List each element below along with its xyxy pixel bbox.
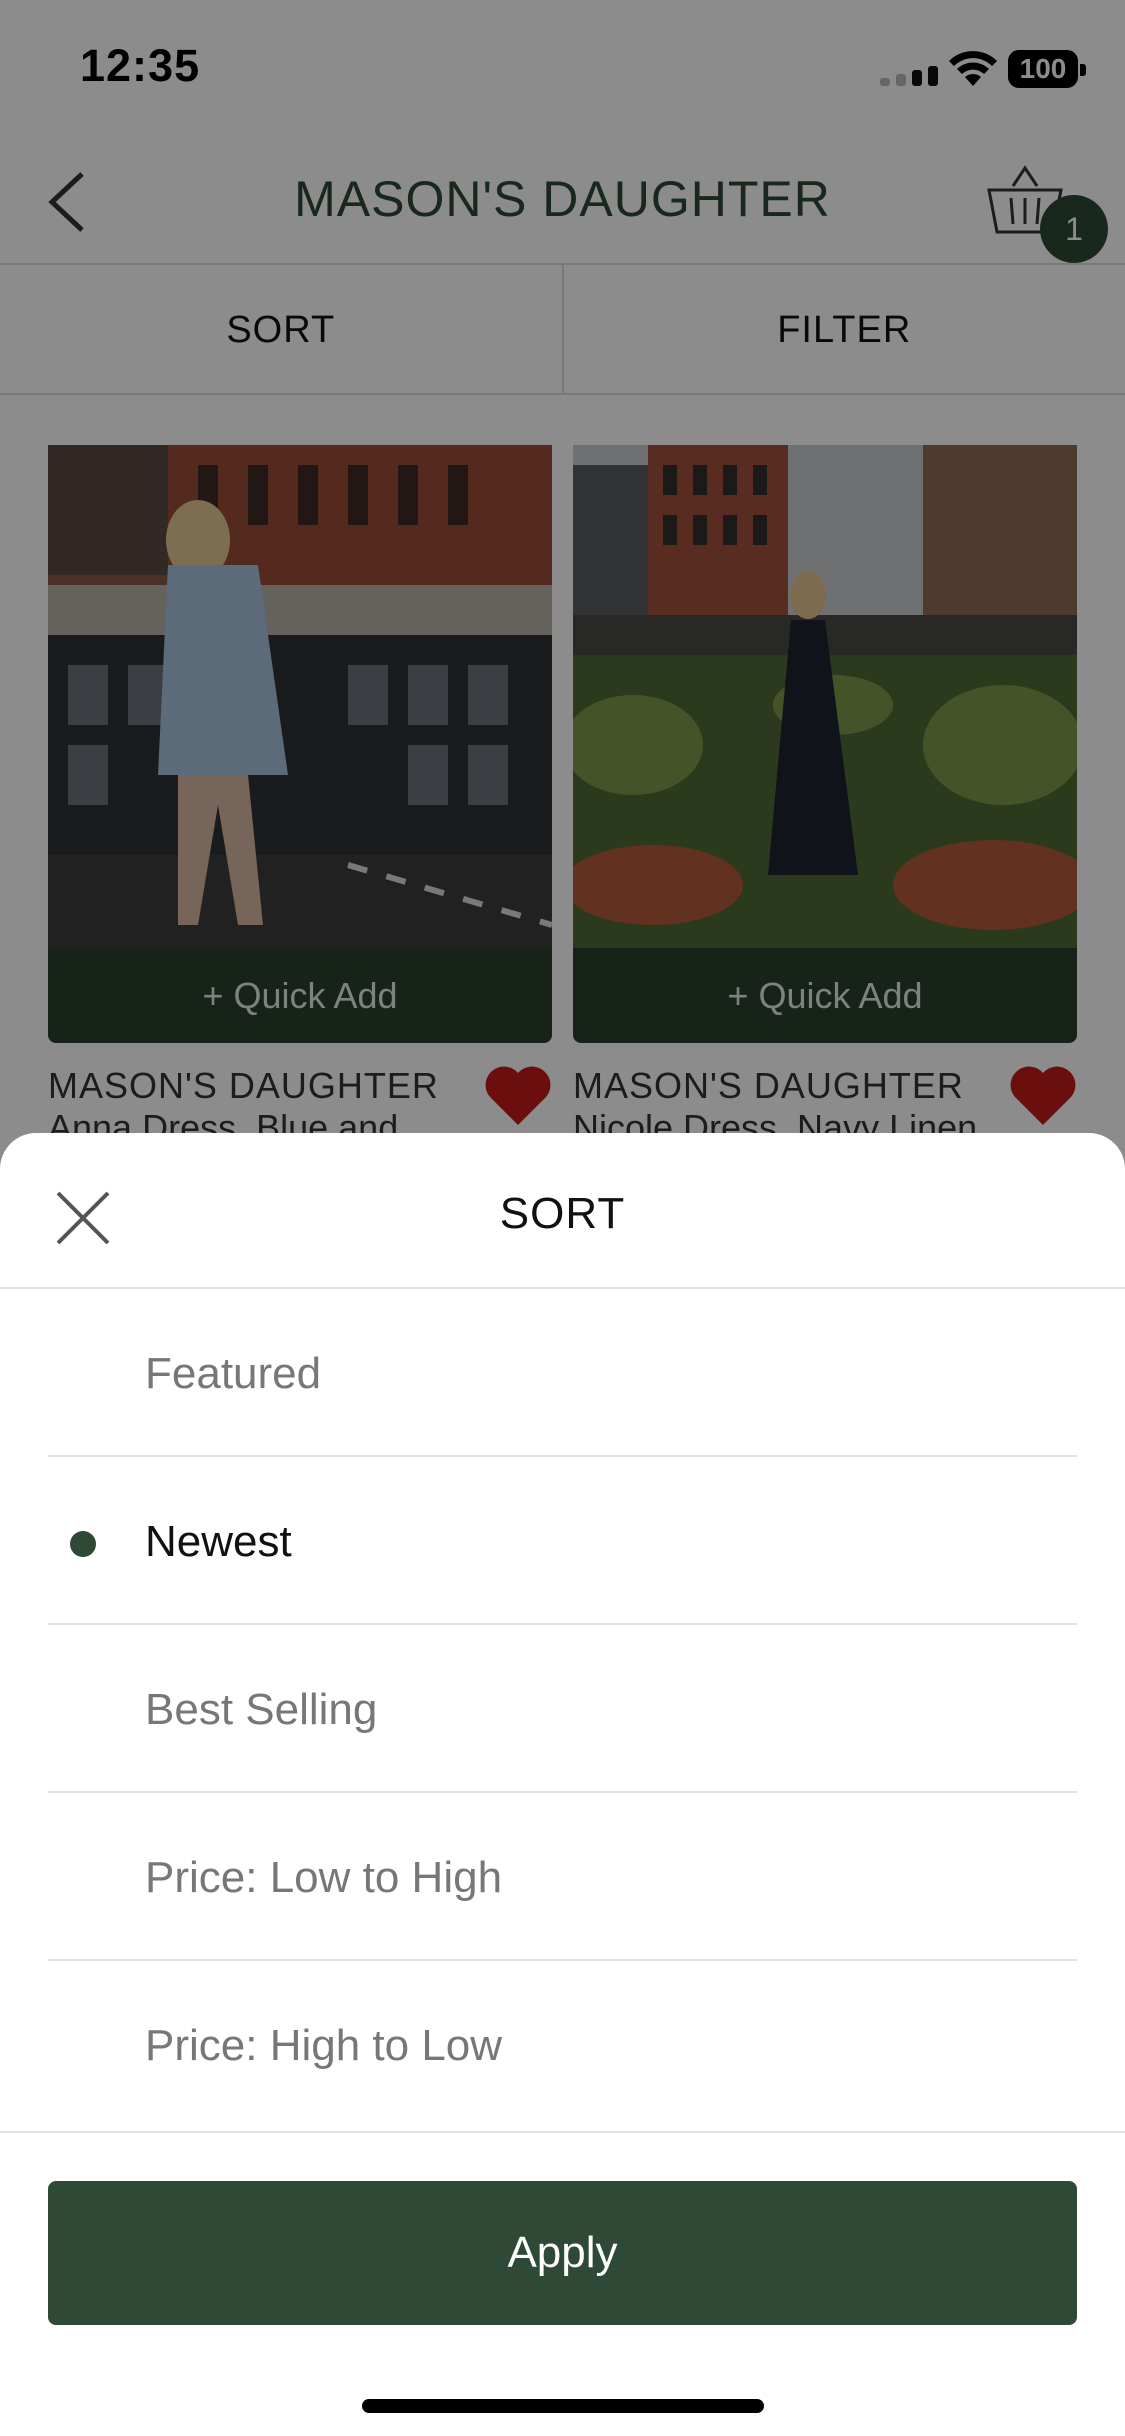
sheet-header: SORT — [0, 1133, 1125, 1289]
sort-option-label: Best Selling — [145, 1685, 378, 1734]
home-indicator[interactable] — [362, 2399, 764, 2413]
sort-option-featured[interactable]: Featured — [48, 1289, 1077, 1457]
apply-button[interactable]: Apply — [48, 2181, 1077, 2325]
sort-option-newest[interactable]: Newest — [48, 1457, 1077, 1625]
sheet-title: SORT — [499, 1189, 626, 1238]
sort-option-label: Featured — [145, 1349, 322, 1398]
sort-option-best-selling[interactable]: Best Selling — [48, 1625, 1077, 1793]
sort-option-label: Price: Low to High — [145, 1853, 503, 1902]
sort-options: Featured Newest Best Selling Price: Low … — [48, 1289, 1077, 2129]
sort-option-price-low-high[interactable]: Price: Low to High — [48, 1793, 1077, 1961]
sort-sheet: SORT Featured Newest Best Selling Price:… — [0, 1133, 1125, 2436]
divider — [0, 2131, 1125, 2133]
selected-indicator — [70, 1531, 96, 1557]
sort-option-label: Newest — [145, 1517, 292, 1566]
sort-option-price-high-low[interactable]: Price: High to Low — [48, 1961, 1077, 2129]
sort-option-label: Price: High to Low — [145, 2021, 503, 2070]
